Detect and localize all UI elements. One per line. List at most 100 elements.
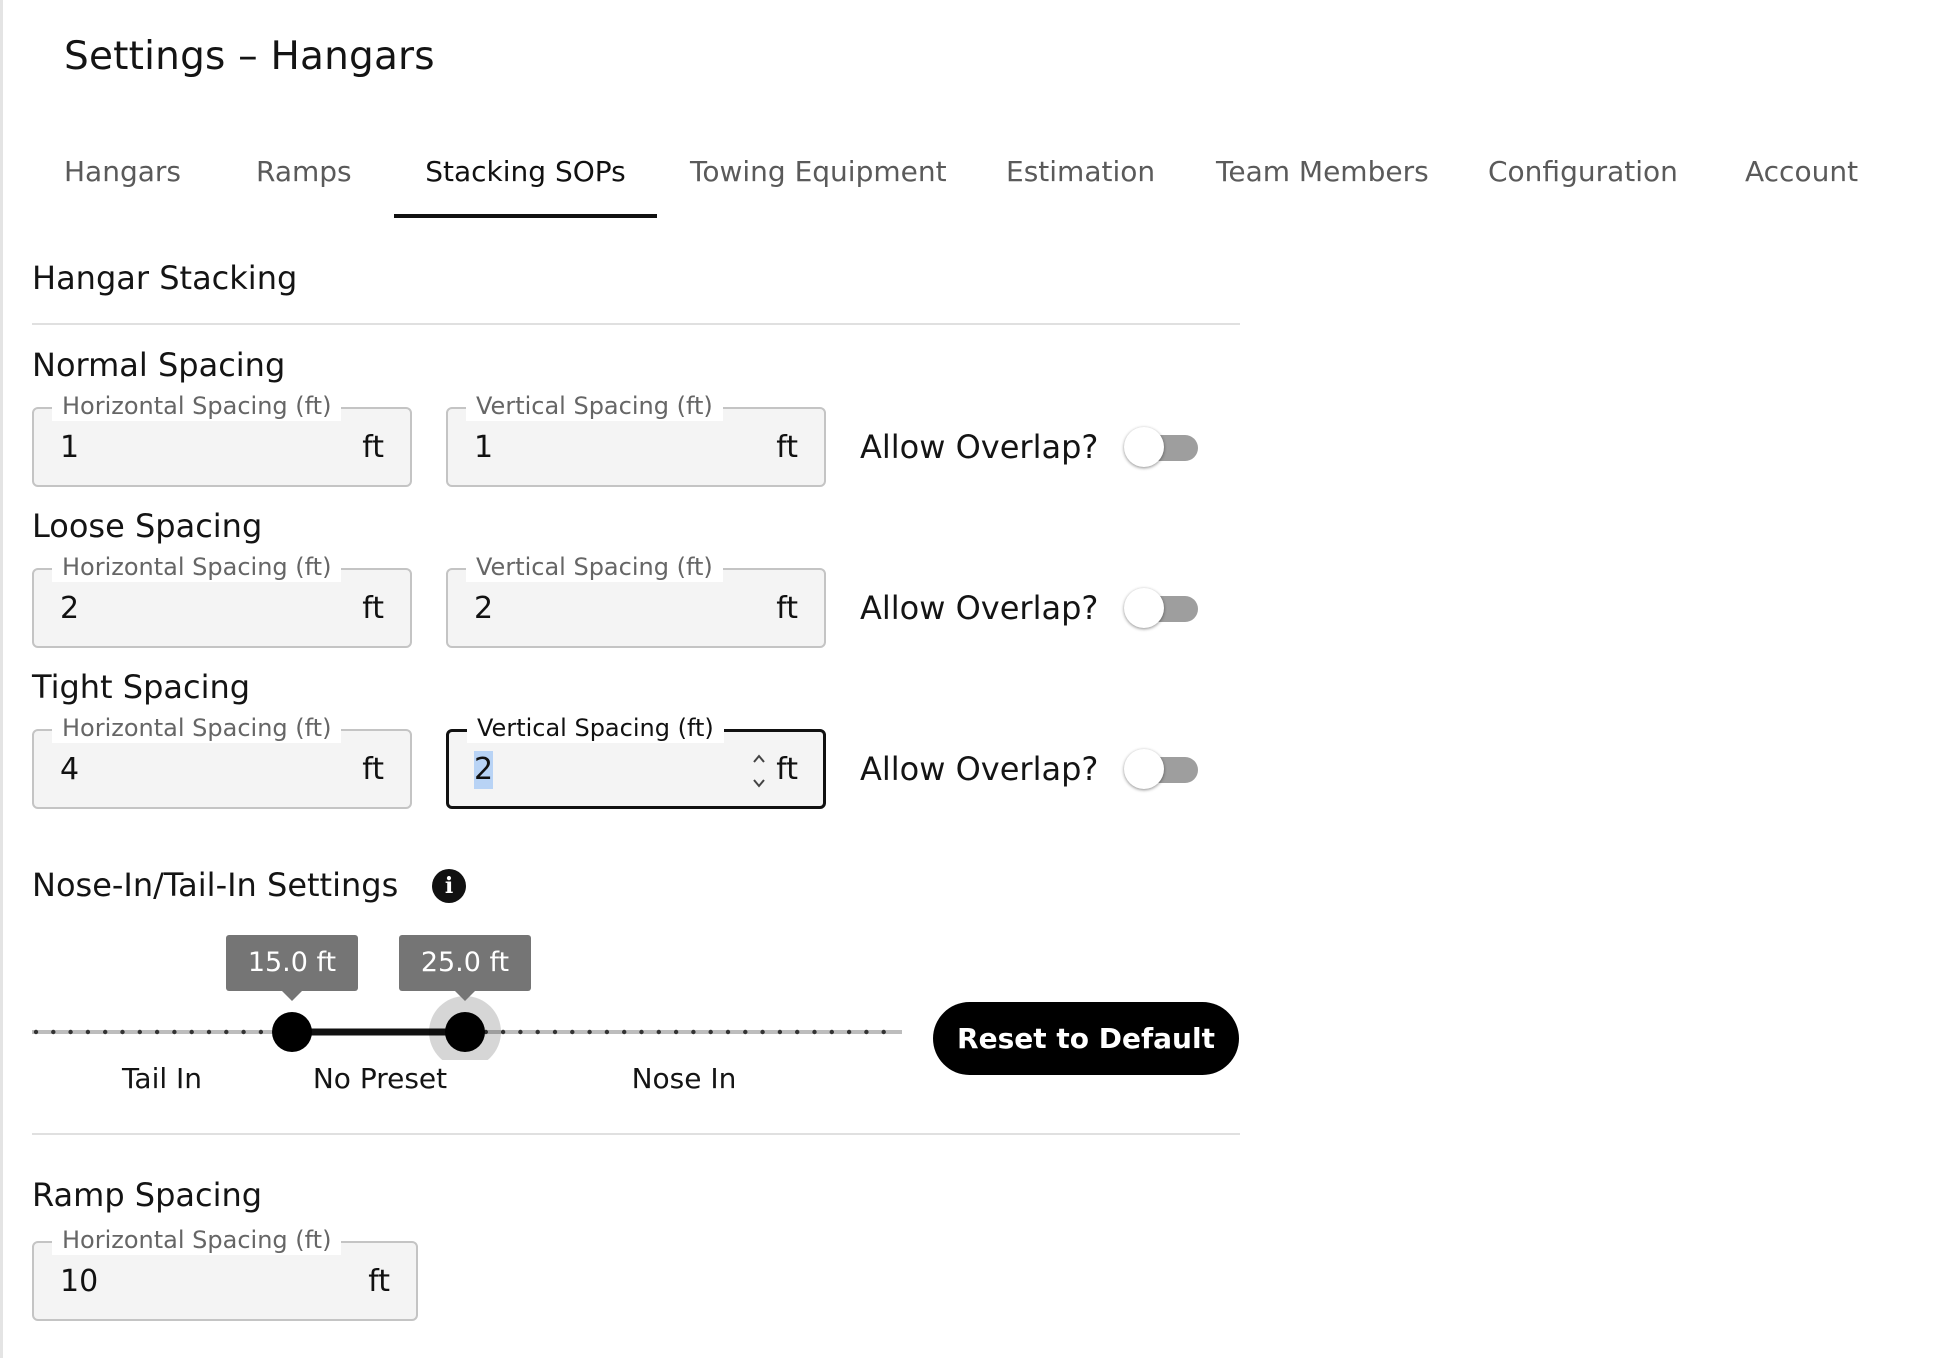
field-label: Vertical Spacing (ft) — [466, 552, 723, 582]
hangar-stacking-title: Hangar Stacking — [32, 259, 298, 297]
number-spinner[interactable] — [751, 750, 767, 792]
slider-tick — [103, 1029, 108, 1035]
section-divider — [32, 323, 1240, 325]
settings-tabs: Hangars Ramps Stacking SOPs Towing Equip… — [0, 140, 1946, 220]
unit-adornment: ft — [776, 430, 798, 465]
tab-team-members[interactable]: Team Members — [1216, 140, 1436, 220]
tab-account[interactable]: Account — [1745, 140, 1875, 220]
slider-tick — [795, 1029, 800, 1035]
normal-spacing-title: Normal Spacing — [32, 346, 286, 384]
slider-thumb-low[interactable] — [272, 1012, 312, 1052]
tight-vertical-spacing-field[interactable]: Vertical Spacing (ft) 2 ft — [446, 713, 826, 809]
field-label: Horizontal Spacing (ft) — [52, 552, 342, 582]
tight-allow-overlap-label: Allow Overlap? — [860, 750, 1099, 788]
slider-tick — [535, 1029, 540, 1035]
field-value: 2 — [60, 591, 80, 626]
tab-stacking-sops[interactable]: Stacking SOPs — [394, 140, 657, 220]
loose-spacing-title: Loose Spacing — [32, 507, 263, 545]
loose-horizontal-spacing-field[interactable]: Horizontal Spacing (ft) 2 ft — [32, 552, 412, 648]
slider-tick — [846, 1029, 852, 1035]
page-title: Settings – Hangars — [64, 34, 435, 79]
nose-tail-settings-title: Nose-In/Tail-In Settings — [32, 866, 399, 904]
slider-tick — [500, 1029, 506, 1035]
slider-tick — [725, 1029, 731, 1035]
slider-tick — [777, 1029, 783, 1035]
slider-tick — [881, 1029, 886, 1035]
switch-thumb — [1124, 749, 1164, 789]
mark-label-no-preset: No Preset — [312, 1062, 448, 1095]
field-label: Horizontal Spacing (ft) — [52, 391, 342, 421]
field-label: Vertical Spacing (ft) — [466, 391, 723, 421]
slider-tick — [812, 1029, 817, 1035]
slider-tick — [864, 1029, 869, 1035]
loose-allow-overlap-label: Allow Overlap? — [860, 589, 1099, 627]
normal-allow-overlap-label: Allow Overlap? — [860, 428, 1099, 466]
slider-tick — [570, 1029, 575, 1035]
slider-tick — [829, 1029, 834, 1035]
tight-horizontal-spacing-field[interactable]: Horizontal Spacing (ft) 4 ft — [32, 713, 412, 809]
info-icon[interactable]: i — [432, 869, 466, 903]
slider-tick — [518, 1029, 523, 1035]
normal-allow-overlap-toggle[interactable] — [1124, 425, 1204, 469]
normal-horizontal-spacing-field[interactable]: Horizontal Spacing (ft) 1 ft — [32, 391, 412, 487]
slider-tick — [604, 1029, 610, 1035]
field-value: 2 — [474, 591, 494, 626]
slider-tick — [224, 1029, 229, 1035]
unit-adornment: ft — [368, 1264, 390, 1299]
unit-adornment: ft — [362, 591, 384, 626]
slider-low-value-tooltip: 15.0 ft — [226, 935, 358, 1001]
field-value: 4 — [60, 752, 80, 787]
slider-tick — [691, 1029, 696, 1035]
slider-tick — [51, 1029, 56, 1035]
active-tab-indicator — [394, 214, 657, 218]
slider-tick — [760, 1029, 765, 1035]
slider-tick — [552, 1029, 558, 1035]
slider-tick — [258, 1029, 264, 1035]
field-value: 10 — [60, 1264, 99, 1299]
tab-estimation[interactable]: Estimation — [1006, 140, 1166, 220]
slider-tick — [622, 1029, 627, 1035]
tab-towing-equipment[interactable]: Towing Equipment — [690, 140, 950, 220]
field-label: Horizontal Spacing (ft) — [52, 1225, 342, 1255]
slider-tick — [708, 1029, 713, 1035]
tab-configuration[interactable]: Configuration — [1488, 140, 1698, 220]
field-value: 1 — [474, 430, 494, 465]
slider-tick — [206, 1029, 212, 1035]
unit-adornment: ft — [776, 752, 798, 787]
unit-adornment: ft — [362, 752, 384, 787]
slider-tick — [85, 1029, 91, 1035]
section-divider — [32, 1133, 1240, 1135]
unit-adornment: ft — [362, 430, 384, 465]
field-label: Horizontal Spacing (ft) — [52, 713, 342, 743]
switch-thumb — [1124, 427, 1164, 467]
slider-tick — [33, 1029, 39, 1035]
slider-tick — [743, 1029, 748, 1035]
field-label: Vertical Spacing (ft) — [467, 713, 724, 743]
tab-hangars[interactable]: Hangars — [64, 140, 184, 220]
slider-tick — [639, 1029, 644, 1035]
loose-allow-overlap-toggle[interactable] — [1124, 586, 1204, 630]
slider-tick — [673, 1029, 679, 1035]
tight-spacing-title: Tight Spacing — [32, 668, 251, 706]
slider-tick — [68, 1029, 73, 1035]
switch-thumb — [1124, 588, 1164, 628]
mark-label-tail-in: Tail In — [121, 1062, 203, 1095]
reset-to-default-button[interactable]: Reset to Default — [933, 1002, 1239, 1075]
slider-tick — [189, 1029, 194, 1035]
slider-tick — [120, 1029, 125, 1035]
slider-tick — [172, 1029, 177, 1035]
mark-label-nose-in: Nose In — [631, 1062, 737, 1095]
slider-high-value-tooltip: 25.0 ft — [399, 935, 531, 1001]
ramp-horizontal-spacing-field[interactable]: Horizontal Spacing (ft) 10 ft — [32, 1225, 418, 1321]
field-value: 1 — [60, 430, 80, 465]
tight-allow-overlap-toggle[interactable] — [1124, 747, 1204, 791]
slider-tick — [137, 1029, 142, 1035]
ramp-spacing-title: Ramp Spacing — [32, 1176, 263, 1214]
unit-adornment: ft — [776, 591, 798, 626]
slider-tick — [656, 1029, 661, 1035]
slider-thumb-high[interactable] — [445, 1012, 485, 1052]
loose-vertical-spacing-field[interactable]: Vertical Spacing (ft) 2 ft — [446, 552, 826, 648]
slider-tick — [587, 1029, 592, 1035]
normal-vertical-spacing-field[interactable]: Vertical Spacing (ft) 1 ft — [446, 391, 826, 487]
tab-ramps[interactable]: Ramps — [256, 140, 356, 220]
